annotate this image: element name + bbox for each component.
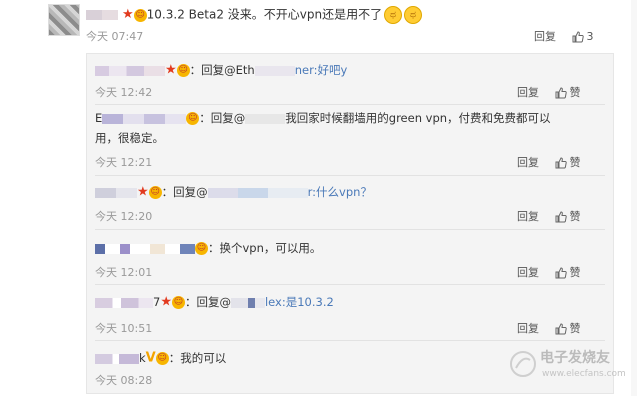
- watermark-url: www.elecfans.com: [542, 369, 626, 379]
- reply-time: 今天 08:28: [95, 374, 153, 387]
- comment-thread: ★ ☺ 10.3.2 Beta2 没来。不开心vpn还是用不了 ಥ ಥ 今天 07:47…: [0, 0, 640, 396]
- reply-text: ：回复@: [161, 185, 208, 199]
- reply-time: 今天 12:21: [95, 156, 153, 169]
- reply-button[interactable]: 回复: [517, 322, 539, 335]
- like-count: 3: [586, 30, 594, 43]
- reply-button[interactable]: 回复: [517, 266, 539, 279]
- star-icon: ★: [137, 184, 149, 200]
- crying-emoji-icon: ಥ: [384, 6, 403, 24]
- mention-link[interactable]: lex:是10.3.2: [265, 295, 334, 309]
- reply-time: 今天 12:42: [95, 86, 153, 99]
- username-mosaic[interactable]: [95, 353, 139, 364]
- divider: [95, 284, 605, 285]
- top-comment-line: ★ ☺ 10.3.2 Beta2 没来。不开心vpn还是用不了 ಥ ಥ: [86, 6, 423, 24]
- username-mosaic[interactable]: [95, 187, 137, 198]
- username-mosaic[interactable]: [86, 10, 102, 20]
- star-icon: ★: [160, 294, 172, 310]
- like-button[interactable]: 3: [572, 30, 594, 43]
- list-item: ☺ ：换个vpn，可以用。 今天 12:01 回复 赞: [87, 238, 613, 285]
- username-mosaic[interactable]: [95, 65, 165, 76]
- reply-text: ：回复@Eth: [189, 63, 255, 77]
- member-badge-icon: ☺: [186, 112, 200, 125]
- reply-button[interactable]: 回复: [517, 86, 539, 99]
- reply-time: 今天 10:51: [95, 322, 153, 335]
- like-button[interactable]: 赞: [555, 154, 581, 170]
- reply-button[interactable]: 回复: [517, 156, 539, 169]
- thumbs-up-icon: [555, 211, 567, 223]
- member-badge-icon: ☺: [195, 242, 208, 255]
- reply-text: ：回复@: [184, 295, 231, 309]
- like-button[interactable]: 赞: [555, 320, 581, 336]
- list-item: E ☺ ：回复@ 我回家时候翻墙用的green vpn，付费和免费都可以 用，很稳定。…: [87, 108, 613, 176]
- divider: [95, 229, 605, 230]
- list-item: ★ ☺ ：回复@Eth ner:好吧y 今天 12:42 回复 赞: [87, 60, 613, 105]
- like-button[interactable]: 赞: [555, 208, 581, 224]
- star-icon: ★: [122, 7, 134, 22]
- elecfans-logo-icon: [510, 351, 536, 377]
- reply-button[interactable]: 回复: [534, 30, 556, 43]
- comment-text: 10.3.2 Beta2 没来。不开心vpn还是用不了: [146, 7, 383, 22]
- reply-text: 我回家时候翻墙用的green vpn，付费和免费都可以: [285, 111, 551, 125]
- thumbs-up-icon: [555, 267, 567, 279]
- top-comment: ★ ☺ 10.3.2 Beta2 没来。不开心vpn还是用不了 ಥ ಥ 今天 07:47…: [48, 4, 620, 46]
- username-mosaic[interactable]: [95, 297, 153, 308]
- username-mosaic[interactable]: [102, 113, 187, 124]
- username-mosaic[interactable]: [102, 10, 118, 20]
- reply-text: ：我的可以: [168, 351, 227, 365]
- reply-time: 今天 12:01: [95, 266, 153, 279]
- reply-time: 今天 12:20: [95, 210, 153, 223]
- thumbs-up-icon: [572, 31, 584, 43]
- member-badge-icon: ☺: [133, 8, 147, 22]
- verified-icon: V: [145, 350, 156, 366]
- list-item: 7★ ☺ ：回复@ lex:是10.3.2 今天 10:51 回复 赞: [87, 292, 613, 341]
- divider: [95, 104, 605, 105]
- star-icon: ★: [165, 62, 177, 78]
- comment-time: 今天 07:47: [86, 30, 144, 43]
- divider: [95, 340, 605, 341]
- member-badge-icon: ☺: [155, 352, 169, 365]
- avatar[interactable]: [48, 4, 80, 36]
- reply-text: ：回复@: [199, 111, 246, 125]
- watermark-text: 电子发烧友: [540, 350, 610, 366]
- watermark: 电子发烧友 www.elecfans.com: [508, 343, 634, 391]
- like-button[interactable]: 赞: [555, 264, 581, 280]
- member-badge-icon: ☺: [176, 64, 190, 77]
- thumbs-up-icon: [555, 323, 567, 335]
- reply-button[interactable]: 回复: [517, 210, 539, 223]
- mention-link[interactable]: ner:好吧y: [295, 63, 348, 77]
- thumbs-up-icon: [555, 87, 567, 99]
- thumbs-up-icon: [555, 157, 567, 169]
- mention-link[interactable]: r:什么vpn？: [308, 185, 372, 199]
- reply-text: 用，很稳定。: [95, 131, 164, 145]
- like-button[interactable]: 赞: [555, 84, 581, 100]
- list-item: ★ ☺ ：回复@ r:什么vpn？ 今天 12:20 回复 赞: [87, 182, 613, 230]
- member-badge-icon: ☺: [148, 186, 162, 199]
- member-badge-icon: ☺: [171, 296, 185, 309]
- username-mosaic[interactable]: [95, 243, 195, 254]
- comment-actions: 回复 3: [534, 28, 594, 44]
- divider: [95, 175, 605, 176]
- crying-emoji-icon: ಥ: [404, 6, 423, 24]
- reply-text: ：换个vpn，可以用。: [208, 241, 322, 255]
- scrollbar[interactable]: [631, 0, 637, 396]
